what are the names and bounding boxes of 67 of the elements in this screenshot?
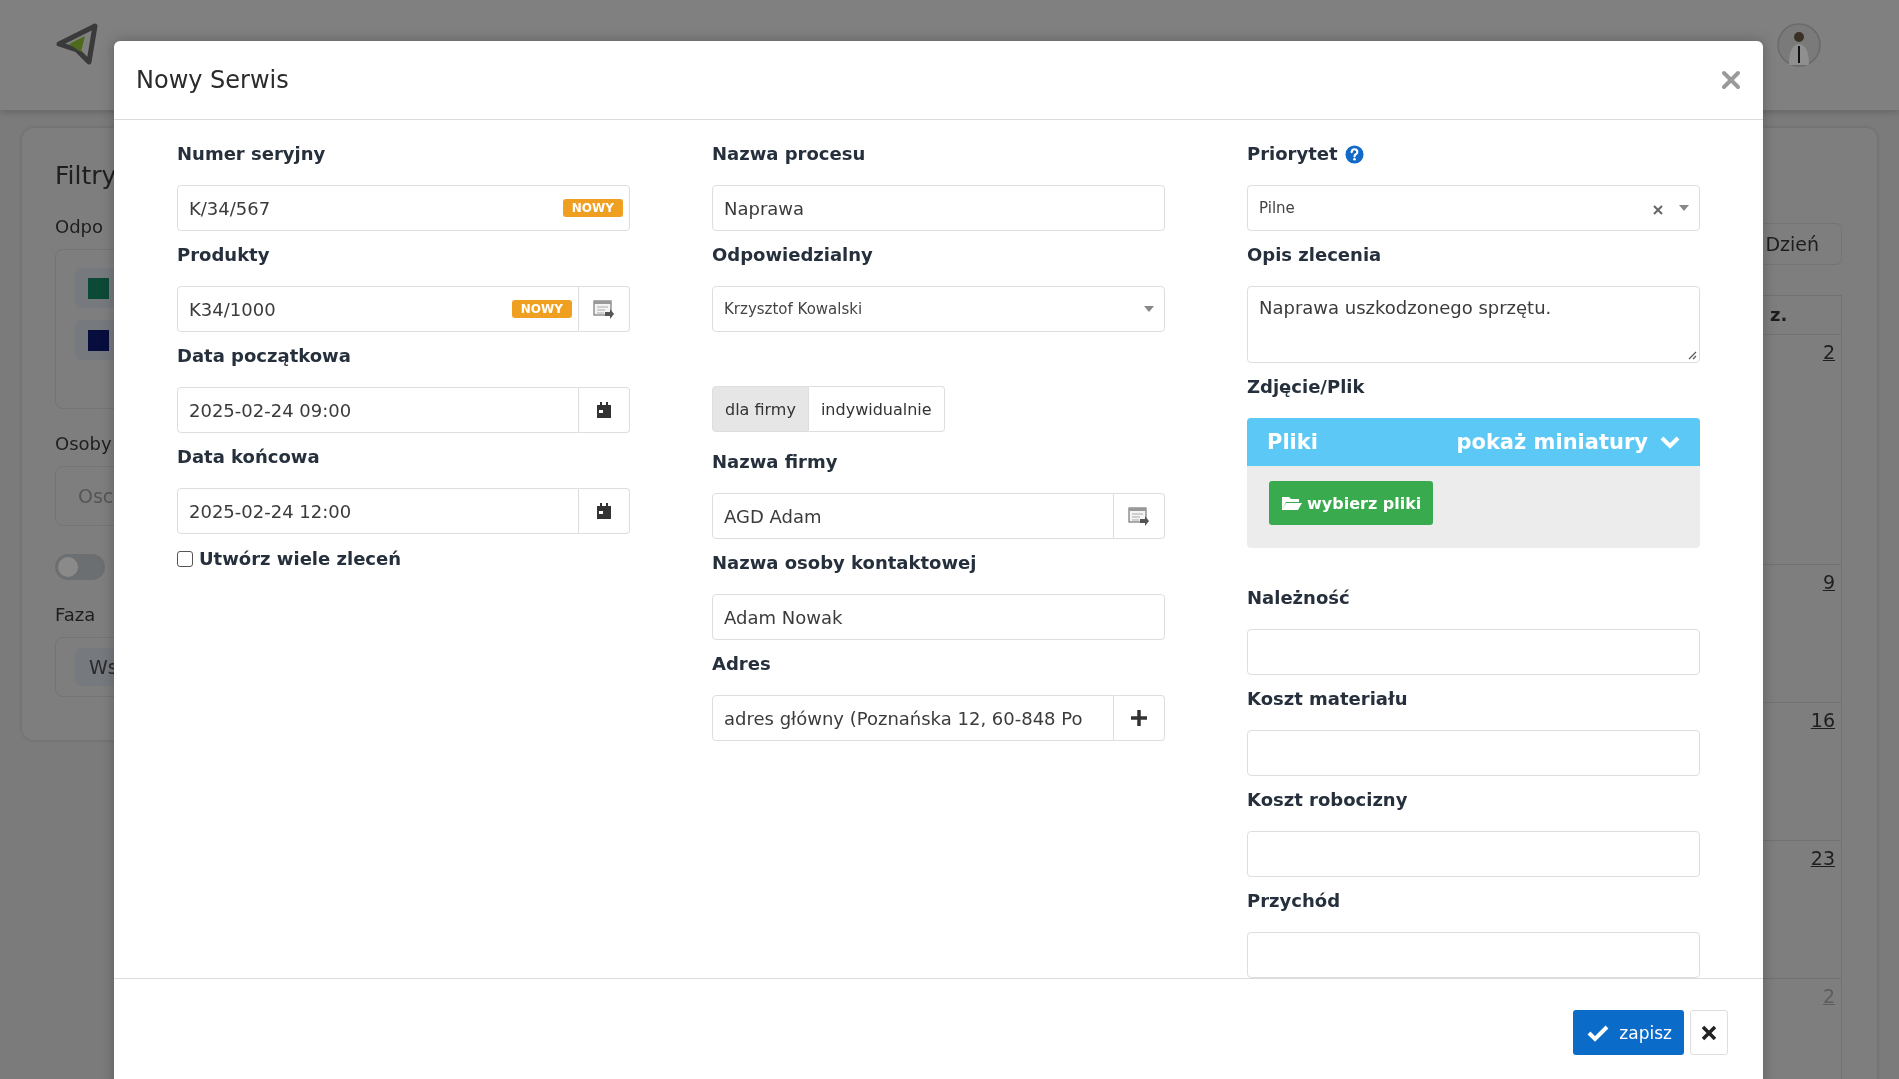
input-field[interactable]: 2025-02-24 12:00 xyxy=(177,488,579,534)
input-field[interactable]: Naprawa xyxy=(712,185,1165,231)
checkbox-label[interactable]: Utwórz wiele zleceń xyxy=(199,548,402,569)
field-label: Opis zlecenia xyxy=(1247,243,1383,267)
close-icon[interactable] xyxy=(1721,70,1741,90)
input-field[interactable] xyxy=(1247,629,1700,675)
input-field[interactable] xyxy=(1247,932,1700,978)
field-label: Numer seryjny xyxy=(177,142,327,166)
check-icon xyxy=(1587,1023,1610,1042)
field-label: Odpowiedzialny xyxy=(712,243,873,267)
input-field[interactable]: 2025-02-24 09:00 xyxy=(177,387,579,433)
toggle-switch[interactable] xyxy=(55,554,105,580)
field-label: Data początkowa xyxy=(177,344,352,368)
field-label: Adres xyxy=(712,652,772,676)
field-label: Produkty xyxy=(177,243,271,267)
addon-button[interactable] xyxy=(579,387,630,433)
field-label: Nazwa firmy xyxy=(712,450,839,474)
field-label: Należność xyxy=(1247,586,1351,610)
input-field[interactable]: AGD Adam xyxy=(712,493,1114,539)
caret-icon xyxy=(1144,306,1154,312)
field-label: Data końcowa xyxy=(177,445,321,469)
caret-icon xyxy=(1679,205,1689,211)
modal-title: Nowy Serwis xyxy=(136,66,289,94)
new-badge: NOWY xyxy=(511,300,572,318)
calendar-icon xyxy=(596,401,612,419)
close-icon xyxy=(1701,1024,1717,1041)
segment-button[interactable]: indywidualnie xyxy=(808,386,945,432)
field-label: Koszt materiału xyxy=(1247,687,1409,711)
field-label: Koszt robocizny xyxy=(1247,788,1409,812)
checkbox[interactable] xyxy=(177,550,193,567)
close-button[interactable] xyxy=(1690,1010,1728,1055)
field-label: Zdjęcie/Plik xyxy=(1247,375,1366,399)
select-field[interactable]: Pilne xyxy=(1247,185,1700,231)
input-field[interactable]: Adam Nowak xyxy=(712,594,1165,640)
save-button[interactable]: zapisz xyxy=(1573,1010,1684,1055)
select-field[interactable]: Krzysztof Kowalski xyxy=(712,286,1165,332)
day-number[interactable]: 16 xyxy=(1810,709,1835,733)
day-number[interactable]: 2 xyxy=(1822,341,1835,365)
avatar-icon[interactable] xyxy=(1777,23,1821,67)
chevron-down-icon[interactable] xyxy=(1660,435,1680,449)
new-badge: NOWY xyxy=(562,199,623,217)
input-field[interactable] xyxy=(1247,831,1700,877)
filter-label: Faza xyxy=(55,604,97,625)
folder-icon xyxy=(1281,495,1303,511)
clear-icon[interactable] xyxy=(1653,205,1663,215)
input-field[interactable]: adres główny (Poznańska 12, 60-848 Po xyxy=(712,695,1114,741)
day-number[interactable]: 9 xyxy=(1822,571,1835,595)
field-label: Priorytet xyxy=(1247,142,1338,166)
panel-title: Pliki xyxy=(1267,430,1318,454)
addon-button[interactable] xyxy=(579,488,630,534)
addon-button[interactable] xyxy=(1114,695,1165,741)
segment-button[interactable]: dla firmy xyxy=(712,386,809,432)
field-label: Przychód xyxy=(1247,889,1341,913)
filter-label: Osoby xyxy=(55,433,113,454)
help-icon[interactable] xyxy=(1344,144,1364,164)
input-field[interactable]: K34/1000 NOWY xyxy=(177,286,579,332)
resize-grip-icon xyxy=(1687,350,1697,360)
field-label: Nazwa procesu xyxy=(712,142,867,166)
plus-icon xyxy=(1130,709,1148,727)
filter-label: Odpo xyxy=(55,216,105,237)
input-field[interactable]: K/34/567 NOWY xyxy=(177,185,630,231)
text-area[interactable]: Naprawa uszkodzonego sprzętu. xyxy=(1247,286,1700,363)
filters-title: Filtry xyxy=(55,160,118,192)
day-number[interactable]: 23 xyxy=(1810,847,1835,871)
calendar-icon xyxy=(596,502,612,520)
field-label: Nazwa osoby kontaktowej xyxy=(712,551,978,575)
input-field[interactable] xyxy=(1247,730,1700,776)
